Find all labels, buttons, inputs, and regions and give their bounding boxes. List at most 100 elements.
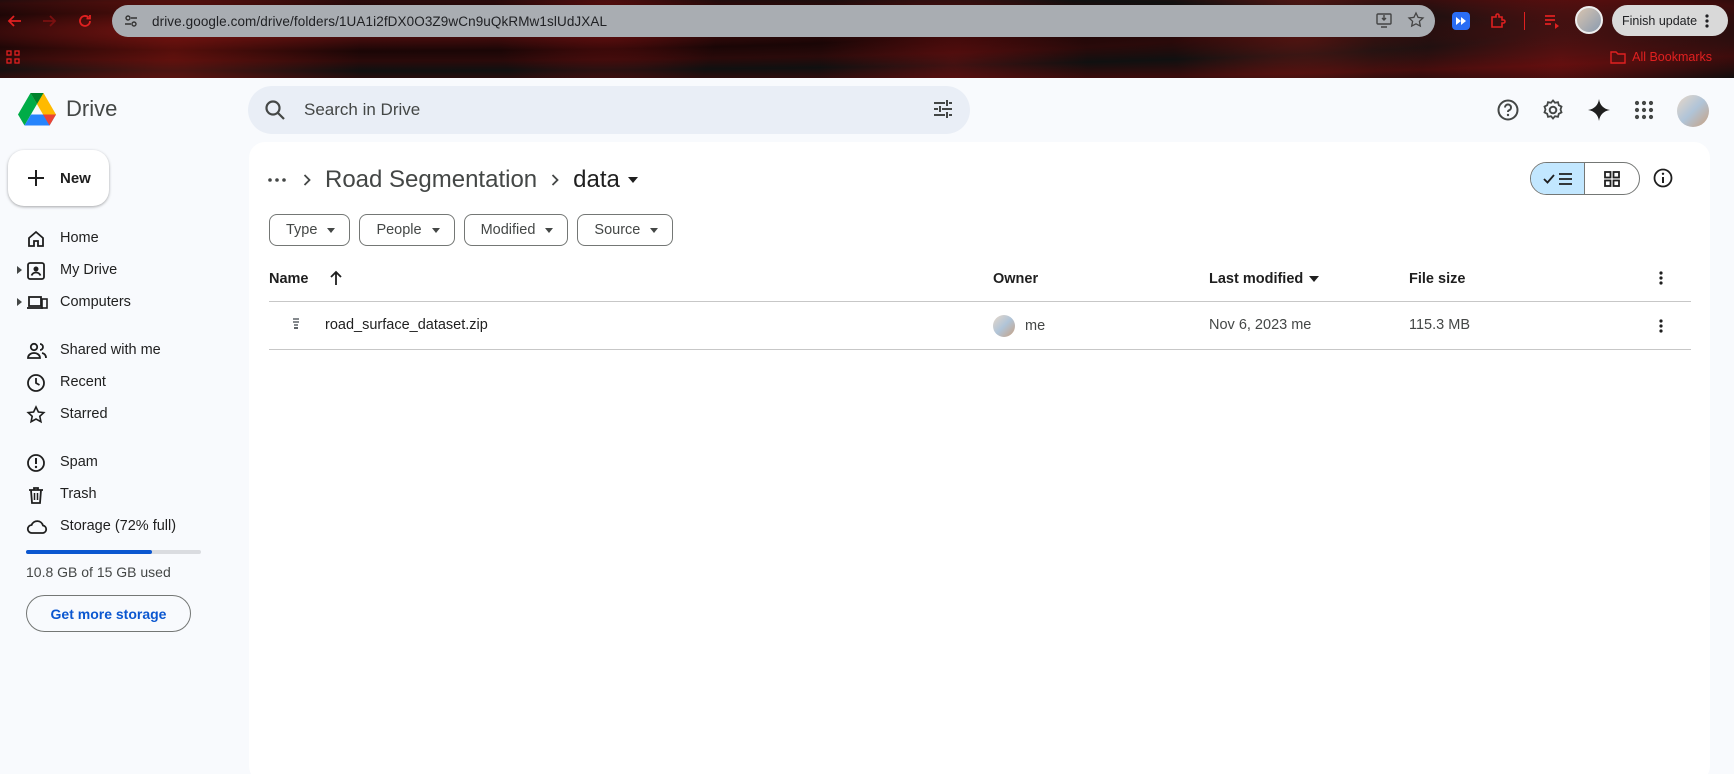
grid-view-button[interactable]	[1585, 163, 1639, 194]
dropdown-arrow-icon	[327, 227, 336, 233]
settings-gear-icon[interactable]	[1539, 96, 1567, 124]
column-header-owner[interactable]: Owner	[993, 271, 1038, 287]
site-info-icon[interactable]	[120, 10, 142, 32]
filter-label: Type	[286, 222, 318, 238]
bookmark-star-icon[interactable]	[1407, 11, 1425, 29]
chevron-right-icon	[303, 174, 311, 186]
grid-icon	[1604, 170, 1620, 187]
chevron-right-icon	[552, 174, 559, 186]
owner-cell: me	[993, 315, 1045, 337]
storage-progress-fill	[26, 550, 152, 554]
column-header-last-modified[interactable]: Last modified	[1209, 271, 1320, 287]
expand-caret-icon[interactable]	[16, 298, 22, 306]
extensions-puzzle-icon[interactable]	[1486, 9, 1510, 33]
row-more-actions-icon[interactable]	[1659, 319, 1663, 333]
sidebar-item-label: Home	[60, 230, 99, 246]
column-header-name[interactable]: Name	[269, 271, 309, 287]
list-view-button[interactable]	[1531, 163, 1586, 194]
finish-update-button[interactable]: Finish update	[1612, 5, 1728, 36]
media-queue-icon[interactable]	[1540, 9, 1564, 33]
trash-icon	[29, 487, 43, 504]
breadcrumb-parent[interactable]: Road Segmentation	[325, 166, 537, 194]
get-more-storage-button[interactable]: Get more storage	[26, 595, 191, 632]
all-bookmarks[interactable]: All Bookmarks	[1610, 50, 1712, 64]
account-avatar[interactable]	[1677, 95, 1709, 127]
sidebar-item-label: My Drive	[60, 262, 118, 278]
google-apps-icon[interactable]	[1630, 96, 1658, 124]
search-bar[interactable]: Search in Drive	[248, 86, 970, 134]
filter-modified[interactable]: Modified	[463, 214, 569, 246]
column-options-icon[interactable]	[1659, 271, 1663, 285]
filter-label: People	[376, 222, 422, 238]
sidebar-item-label: Spam	[60, 454, 98, 470]
search-input[interactable]: Search in Drive	[304, 100, 420, 120]
breadcrumb-current[interactable]: data	[573, 166, 620, 194]
info-icon[interactable]	[1652, 167, 1674, 189]
table-row[interactable]: road_surface_dataset.zip me Nov 6, 2023 …	[269, 302, 1691, 350]
reload-icon	[79, 15, 91, 27]
spam-icon	[27, 454, 45, 472]
column-header-file-size[interactable]: File size	[1409, 271, 1465, 287]
filter-chips: Type People Modified Source	[269, 214, 674, 246]
dropdown-arrow-icon	[545, 227, 554, 233]
finish-update-label: Finish update	[1622, 13, 1698, 28]
filter-source[interactable]: Source	[577, 214, 674, 246]
browser-profile-avatar[interactable]	[1575, 6, 1603, 34]
address-bar[interactable]: drive.google.com/drive/folders/1UA1i2fDX…	[112, 5, 1435, 37]
back-button[interactable]	[4, 10, 26, 32]
filter-people[interactable]: People	[359, 214, 455, 246]
sort-dropdown-icon	[1309, 276, 1320, 282]
owner-avatar	[993, 315, 1015, 337]
cloud-icon	[26, 520, 48, 534]
apps-grid-icon[interactable]	[6, 50, 20, 64]
drive-logo[interactable]: Drive	[18, 92, 117, 126]
column-modified-label: Last modified	[1209, 271, 1304, 287]
all-bookmarks-label: All Bookmarks	[1632, 50, 1712, 64]
back-arrow-icon	[7, 15, 21, 27]
new-button-label: New	[60, 169, 91, 187]
sidebar-item-label: Computers	[60, 294, 131, 310]
star-icon	[26, 405, 46, 424]
drive-logo-icon	[18, 93, 56, 126]
check-list-icon	[1542, 172, 1572, 185]
storage-used-text: 10.8 GB of 15 GB used	[26, 564, 171, 580]
sort-arrow-up-icon[interactable]	[329, 270, 343, 286]
filter-label: Modified	[480, 222, 536, 238]
reload-button[interactable]	[74, 10, 96, 32]
help-icon[interactable]	[1494, 96, 1522, 124]
extension-fastforward-icon[interactable]	[1449, 9, 1473, 33]
column-name-label: Name	[269, 271, 309, 287]
install-app-icon[interactable]	[1375, 11, 1393, 29]
zip-file-icon	[291, 318, 301, 332]
filter-label: Source	[594, 222, 641, 238]
search-options-icon[interactable]	[932, 98, 954, 120]
home-icon	[28, 230, 44, 247]
file-name[interactable]: road_surface_dataset.zip	[325, 317, 488, 333]
url-text: drive.google.com/drive/folders/1UA1i2fDX…	[152, 13, 608, 29]
drive-logo-text: Drive	[66, 96, 118, 121]
new-button[interactable]: New	[8, 150, 109, 206]
filter-type[interactable]: Type	[269, 214, 351, 246]
sidebar-item-label: Shared with me	[60, 342, 161, 358]
file-size-cell: 115.3 MB	[1409, 317, 1470, 333]
sidebar-item-label: Starred	[60, 406, 108, 422]
storage-progress-bar	[26, 550, 201, 554]
folder-icon	[1610, 51, 1626, 64]
plus-icon	[28, 170, 44, 186]
expand-caret-icon[interactable]	[16, 266, 22, 274]
dropdown-arrow-icon	[431, 227, 440, 233]
search-icon[interactable]	[264, 99, 286, 121]
gemini-sparkle-icon[interactable]	[1585, 96, 1613, 124]
dropdown-arrow-icon	[650, 227, 659, 233]
breadcrumb: Road Segmentation data	[265, 162, 638, 198]
toolbar-divider	[1524, 12, 1525, 30]
my-drive-icon	[27, 262, 45, 280]
dropdown-arrow-icon[interactable]	[627, 177, 638, 183]
more-horiz-icon[interactable]	[265, 178, 289, 182]
sidebar-item-label: Recent	[60, 374, 106, 390]
more-vert-icon	[1705, 13, 1709, 28]
forward-button[interactable]	[38, 10, 60, 32]
column-size-label: File size	[1409, 271, 1466, 287]
computers-icon	[27, 296, 48, 309]
clock-icon	[27, 374, 45, 392]
